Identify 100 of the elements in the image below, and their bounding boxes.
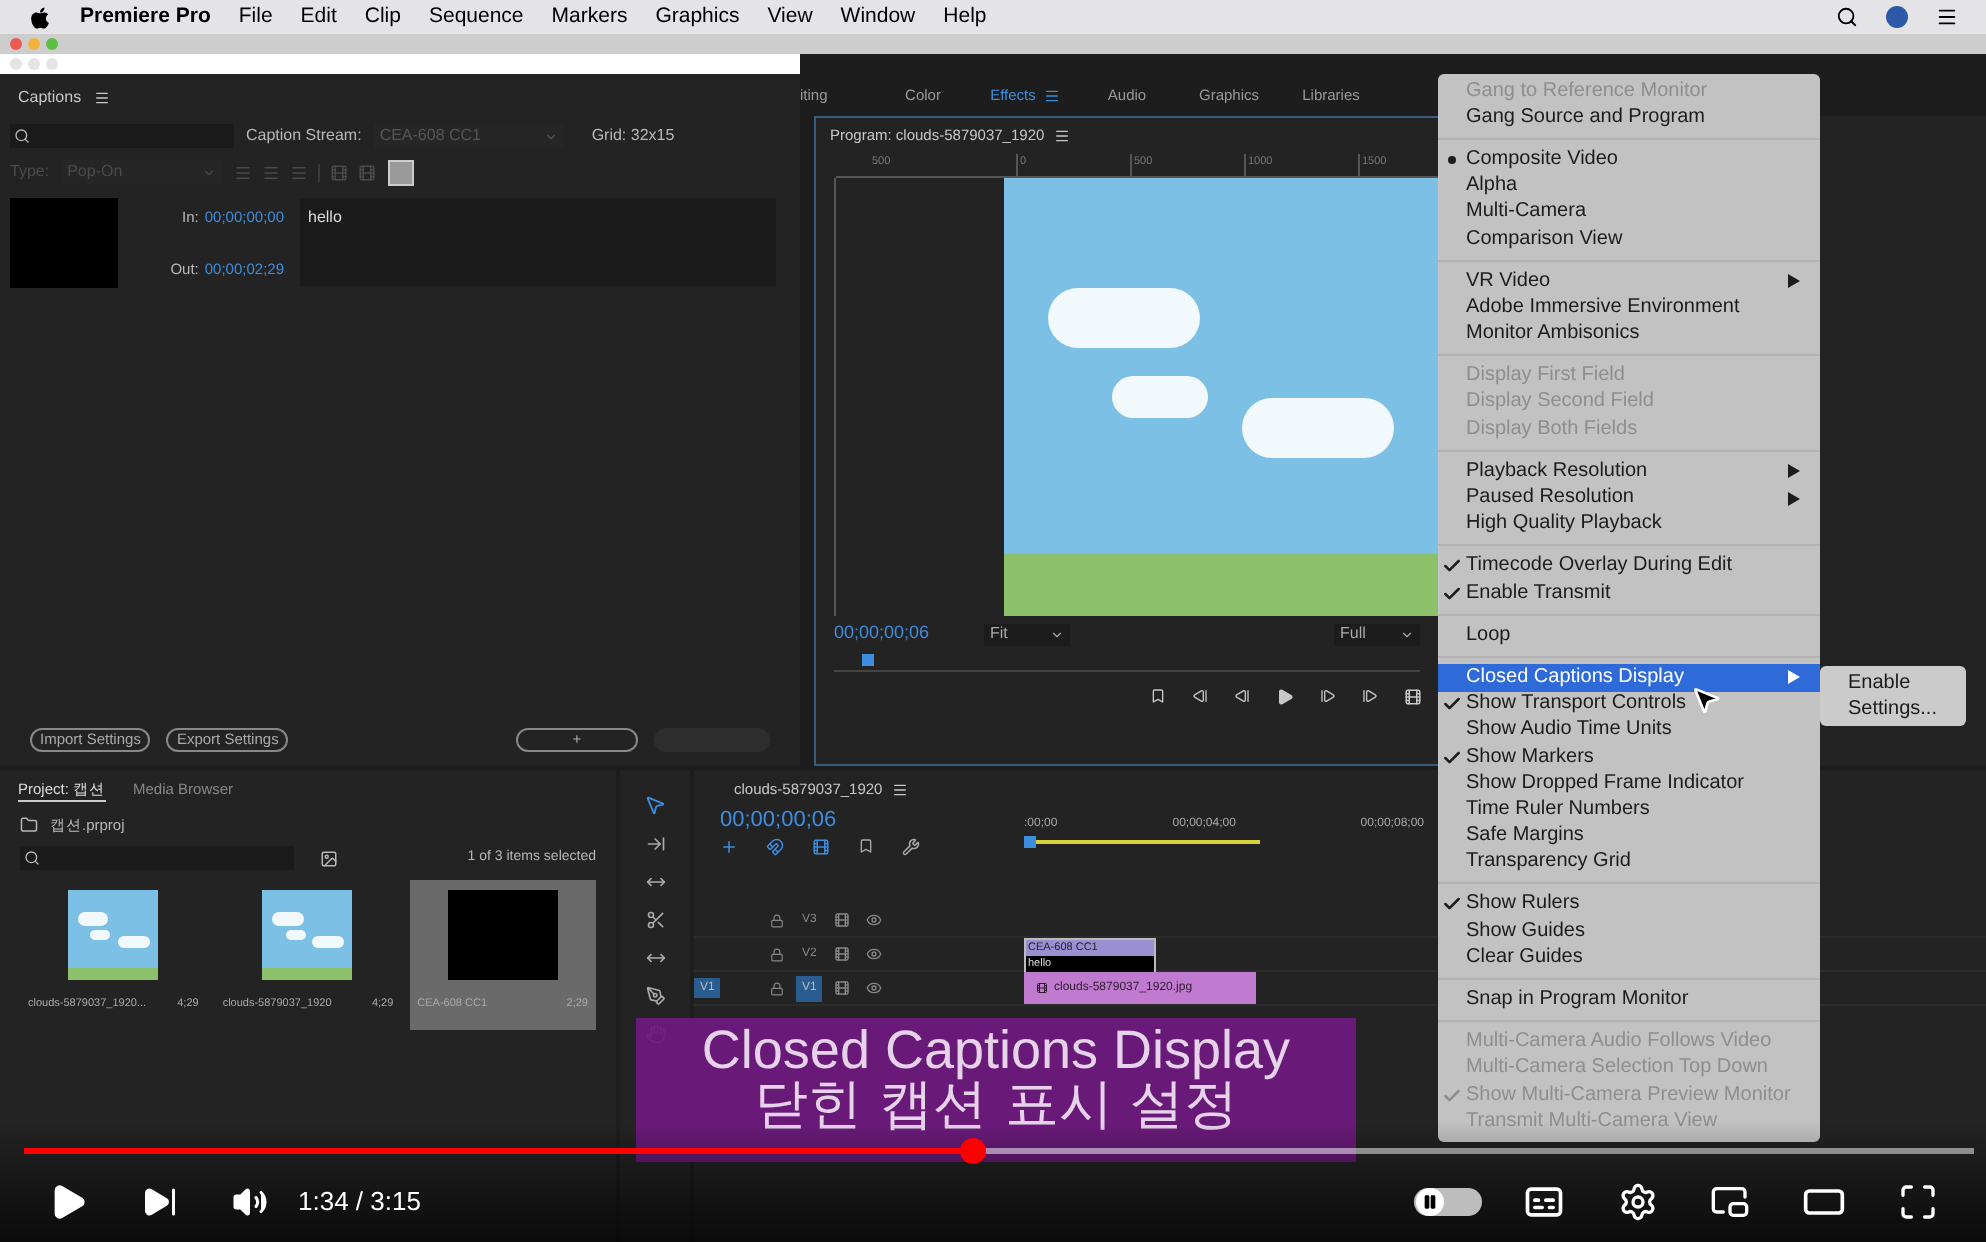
resolution-select[interactable]: Full: [1334, 623, 1420, 645]
check-icon: [1442, 583, 1462, 604]
sync-lock-icon[interactable]: [834, 946, 851, 962]
timeline-timecode[interactable]: 00;00;00;06: [720, 810, 1024, 832]
menu-item[interactable]: Settings...: [1848, 696, 1938, 722]
sync-lock-icon[interactable]: [834, 980, 851, 996]
razor-tool-icon[interactable]: [645, 910, 665, 930]
playhead-timecode[interactable]: 00;00;00;06: [834, 620, 984, 648]
menu-item[interactable]: Enable Transmit: [1438, 580, 1820, 607]
ripple-tool-icon[interactable]: [645, 872, 665, 892]
menu-item[interactable]: Multi-Camera: [1438, 199, 1820, 226]
volume-button[interactable]: [232, 1184, 268, 1220]
menu-item[interactable]: Show Rulers: [1438, 891, 1820, 919]
menu-item[interactable]: Adobe Immersive Environment: [1438, 294, 1820, 321]
panel-menu-icon[interactable]: [1054, 128, 1071, 144]
step-forward-button[interactable]: [1320, 688, 1336, 704]
eye-icon[interactable]: [866, 980, 883, 996]
caption-text-field[interactable]: hello: [300, 198, 776, 286]
lock-icon[interactable]: [770, 981, 784, 995]
apple-icon: [28, 5, 52, 29]
field-label: Caption Stream:: [246, 124, 362, 148]
marker-button[interactable]: [1150, 688, 1166, 704]
menu-title[interactable]: Help: [943, 1, 987, 33]
thumbnail: [68, 890, 159, 980]
menu-title[interactable]: Graphics: [655, 1, 740, 33]
menu-icon[interactable]: [1936, 6, 1958, 28]
time-display: 1:34 / 3:15: [298, 1184, 421, 1221]
next-button[interactable]: [142, 1184, 178, 1220]
lock-icon[interactable]: [770, 913, 784, 927]
menu-item[interactable]: Composite Video: [1438, 146, 1820, 174]
go-to-in-button[interactable]: [1192, 688, 1208, 704]
eye-icon[interactable]: [866, 912, 883, 928]
eye-icon[interactable]: [866, 946, 883, 962]
lift-button[interactable]: [1404, 687, 1422, 705]
fullscreen-button[interactable]: [1898, 1182, 1938, 1222]
autoplay-toggle[interactable]: [1414, 1188, 1482, 1216]
menu-item[interactable]: Safe Margins: [1438, 823, 1820, 850]
menu-item[interactable]: Show Markers: [1438, 743, 1820, 771]
panel-menu-icon[interactable]: [93, 90, 110, 106]
marker-icon[interactable]: [858, 838, 874, 854]
mouse-cursor-icon: [1690, 684, 1722, 716]
menu-item[interactable]: Snap in Program Monitor: [1438, 986, 1820, 1014]
chevron-down-icon: [1050, 627, 1064, 641]
menu-item[interactable]: Show Dropped Frame Indicator: [1438, 770, 1820, 797]
menu-title[interactable]: Sequence: [428, 1, 524, 33]
menu-item[interactable]: Show Guides: [1438, 918, 1820, 945]
menu-item[interactable]: Show Transport Controls: [1438, 691, 1820, 718]
menu-item[interactable]: Gang Source and Program: [1438, 104, 1820, 131]
chevron-down-icon: [1400, 627, 1414, 641]
menu-title[interactable]: Window: [840, 1, 916, 33]
settings-icon[interactable]: [902, 838, 920, 856]
caption-toolbar-drawing: [233, 163, 376, 181]
miniplayer-button[interactable]: [1710, 1182, 1750, 1222]
menu-item[interactable]: Closed Captions Display: [1438, 664, 1820, 692]
play-button[interactable]: [1276, 687, 1294, 705]
caption-thumbnail: [10, 198, 118, 288]
menu-item[interactable]: Timecode Overlay During Edit: [1438, 553, 1820, 580]
lock-icon[interactable]: [770, 947, 784, 961]
step-back-button[interactable]: [1234, 688, 1250, 704]
search-icon: [24, 850, 40, 866]
menu-title[interactable]: Markers: [551, 1, 628, 33]
pen-tool-icon[interactable]: [645, 986, 665, 1006]
filter-icon[interactable]: [320, 849, 338, 867]
menu-item[interactable]: Paused Resolution: [1438, 484, 1820, 512]
menu-title[interactable]: File: [238, 1, 273, 33]
menu-item[interactable]: Time Ruler Numbers: [1438, 796, 1820, 823]
selection-tool-icon[interactable]: [644, 794, 666, 816]
menu-item[interactable]: Show Audio Time Units: [1438, 717, 1820, 744]
menu-item[interactable]: Alpha: [1438, 173, 1820, 200]
search-icon[interactable]: [1836, 6, 1858, 28]
snap-icon[interactable]: [766, 838, 784, 856]
progress-track[interactable]: [24, 1148, 1974, 1154]
color-swatch[interactable]: [387, 159, 414, 185]
menu-item[interactable]: Playback Resolution: [1438, 458, 1820, 485]
nest-icon[interactable]: [720, 838, 738, 856]
linked-selection-icon[interactable]: [812, 838, 830, 856]
menu-title[interactable]: Clip: [364, 1, 401, 33]
settings-button[interactable]: [1618, 1182, 1658, 1222]
track-select-tool-icon[interactable]: [645, 834, 665, 854]
menu-item[interactable]: Enable: [1848, 670, 1938, 696]
zoom-select[interactable]: Fit: [984, 623, 1070, 645]
menu-item[interactable]: Comparison View: [1438, 225, 1820, 253]
search-field[interactable]: [20, 846, 294, 870]
project-file-icon: [20, 816, 38, 834]
menu-item[interactable]: Monitor Ambisonics: [1438, 321, 1820, 348]
menu-item[interactable]: VR Video: [1438, 268, 1820, 295]
sync-lock-icon[interactable]: [834, 912, 851, 928]
search-field[interactable]: [10, 124, 234, 148]
menu-title[interactable]: View: [767, 1, 813, 33]
menu-title[interactable]: Edit: [300, 1, 337, 33]
chevron-down-icon: [201, 165, 216, 179]
workspace-menu-icon[interactable]: [1043, 87, 1060, 103]
caption-line: 닫힌 캡션 표시 설정: [754, 1078, 1238, 1134]
menu-item[interactable]: Loop: [1438, 622, 1820, 649]
panel-menu-icon[interactable]: [892, 782, 909, 798]
menu-item[interactable]: Transparency Grid: [1438, 849, 1820, 876]
slip-tool-icon[interactable]: [645, 948, 665, 968]
go-to-out-button[interactable]: [1362, 688, 1378, 704]
menu-item[interactable]: Clear Guides: [1438, 944, 1820, 971]
menu-item[interactable]: High Quality Playback: [1438, 511, 1820, 538]
